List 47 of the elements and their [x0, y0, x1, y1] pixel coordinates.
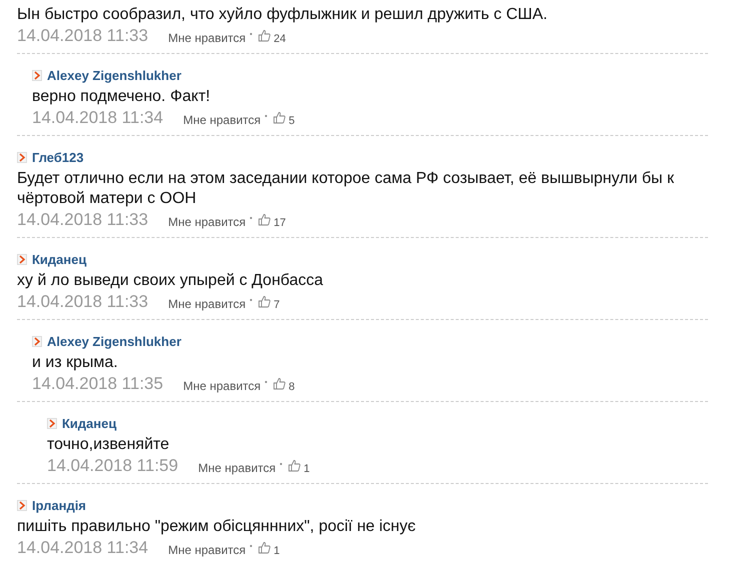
author-link[interactable]: Ірландія: [32, 498, 86, 512]
comment-date: 14.04.2018 11:35: [32, 374, 164, 394]
chevron-icon: [32, 70, 42, 80]
chevron-icon: [17, 500, 27, 510]
comment-date: 14.04.2018 11:34: [17, 538, 148, 558]
like-count: 8: [288, 380, 295, 392]
like-count: 1: [274, 544, 280, 556]
thumbs-up-icon[interactable]: [258, 212, 271, 226]
comment-text: Ын быстро сообразил, что хуйло фуфлыжник и решил дружить с США.: [17, 5, 548, 25]
chevron-icon: [32, 336, 42, 346]
chevron-icon: [47, 418, 57, 428]
comment-date: 14.04.2018 11:33: [17, 292, 148, 312]
like-count: 17: [274, 216, 286, 228]
author-link[interactable]: Alexey Zigenshlukher: [47, 334, 182, 348]
comment-date: 14.04.2018 11:33: [17, 26, 148, 46]
thumbs-up-icon[interactable]: [258, 294, 271, 308]
author-link[interactable]: Киданец: [62, 416, 116, 430]
author-link[interactable]: Глеб123: [32, 150, 84, 164]
comment-text: ху й ло выведи своих упырей с Донбасса: [17, 271, 324, 291]
like-link[interactable]: Мне нравится: [198, 461, 276, 475]
chevron-icon: [17, 152, 27, 162]
thumbs-up-icon[interactable]: [288, 458, 301, 472]
author-link[interactable]: Киданец: [32, 252, 86, 266]
chevron-icon: [17, 254, 27, 264]
comment-text: и из крыма.: [32, 353, 119, 373]
like-count: 1: [304, 462, 310, 474]
thumbs-up-icon[interactable]: [272, 376, 286, 390]
author-link[interactable]: Alexey Zigenshlukher: [47, 68, 182, 82]
like-link[interactable]: Мне нравится: [183, 113, 261, 127]
thumbs-up-icon[interactable]: [258, 28, 271, 42]
comment-text: точно,извеняйте: [47, 435, 170, 455]
like-link[interactable]: Мне нравится: [168, 31, 246, 45]
like-count: 5: [288, 114, 295, 126]
thumbs-up-icon[interactable]: [272, 110, 286, 124]
comment-date: 14.04.2018 11:33: [17, 210, 148, 230]
comment-date: 14.04.2018 11:59: [47, 456, 178, 476]
comment-date: 14.04.2018 11:34: [32, 108, 164, 128]
comment-text: пишіть правильно "режим обісцяннних", росії не існує: [17, 517, 417, 537]
like-link[interactable]: Мне нравится: [183, 379, 261, 393]
like-count: 24: [274, 32, 286, 44]
like-count: 7: [274, 298, 280, 310]
like-link[interactable]: Мне нравится: [168, 215, 246, 229]
thumbs-up-icon[interactable]: [258, 540, 271, 554]
comment-text: верно подмечено. Факт!: [32, 87, 212, 107]
comment-text: Будет отлично если на этом заседании которое сама РФ созывает, её вышвырнули бы к чёртовой матери с ООН: [17, 169, 675, 209]
like-link[interactable]: Мне нравится: [168, 543, 246, 557]
like-link[interactable]: Мне нравится: [168, 297, 246, 311]
